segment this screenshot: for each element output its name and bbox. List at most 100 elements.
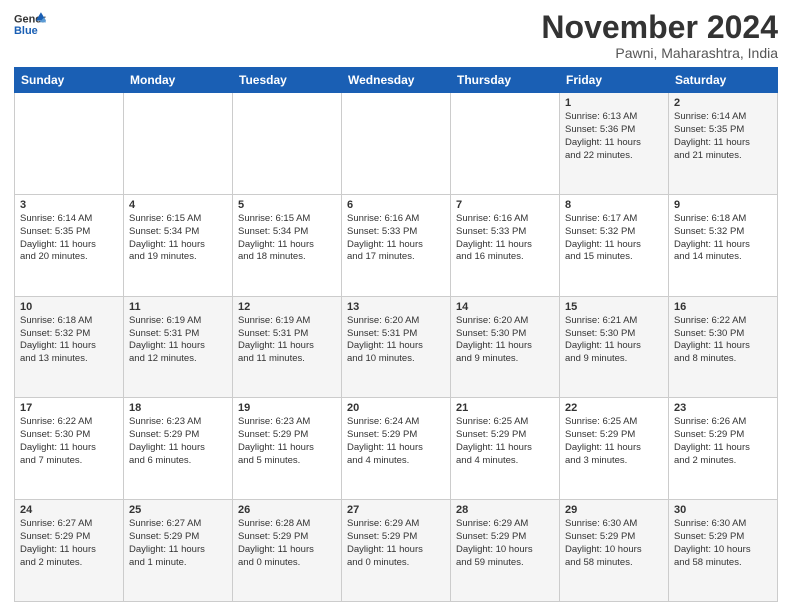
calendar-cell: 1Sunrise: 6:13 AMSunset: 5:36 PMDaylight… <box>560 93 669 195</box>
calendar-cell: 20Sunrise: 6:24 AMSunset: 5:29 PMDayligh… <box>342 398 451 500</box>
cell-info-line: Daylight: 11 hours <box>238 340 336 353</box>
cell-info-line: Sunset: 5:33 PM <box>456 226 554 239</box>
cell-info-line: Sunset: 5:29 PM <box>674 531 772 544</box>
cell-info-line: Sunrise: 6:29 AM <box>456 518 554 531</box>
day-number: 17 <box>20 402 118 414</box>
cell-info-line: Daylight: 11 hours <box>565 137 663 150</box>
calendar-cell: 22Sunrise: 6:25 AMSunset: 5:29 PMDayligh… <box>560 398 669 500</box>
cell-info-line: Sunrise: 6:30 AM <box>674 518 772 531</box>
calendar-cell <box>124 93 233 195</box>
cell-info-line: Daylight: 11 hours <box>674 137 772 150</box>
cell-info-line: and 0 minutes. <box>238 557 336 570</box>
header-row: Sunday Monday Tuesday Wednesday Thursday… <box>15 68 778 93</box>
day-number: 13 <box>347 301 445 313</box>
cell-info-line: Sunset: 5:29 PM <box>238 429 336 442</box>
cell-info-line: and 2 minutes. <box>20 557 118 570</box>
calendar-row-0: 1Sunrise: 6:13 AMSunset: 5:36 PMDaylight… <box>15 93 778 195</box>
cell-info-line: Daylight: 11 hours <box>456 340 554 353</box>
header-monday: Monday <box>124 68 233 93</box>
cell-info-line: Sunrise: 6:27 AM <box>129 518 227 531</box>
cell-info-line: Sunrise: 6:17 AM <box>565 213 663 226</box>
cell-info-line: Sunrise: 6:14 AM <box>674 111 772 124</box>
cell-info-line: Sunrise: 6:25 AM <box>456 416 554 429</box>
calendar-cell: 10Sunrise: 6:18 AMSunset: 5:32 PMDayligh… <box>15 296 124 398</box>
cell-info-line: Daylight: 11 hours <box>347 442 445 455</box>
calendar-cell: 30Sunrise: 6:30 AMSunset: 5:29 PMDayligh… <box>669 500 778 602</box>
cell-info-line: and 10 minutes. <box>347 353 445 366</box>
header-wednesday: Wednesday <box>342 68 451 93</box>
cell-info-line: and 13 minutes. <box>20 353 118 366</box>
calendar-cell <box>233 93 342 195</box>
day-number: 16 <box>674 301 772 313</box>
cell-info-line: Sunrise: 6:23 AM <box>129 416 227 429</box>
cell-info-line: Sunrise: 6:22 AM <box>20 416 118 429</box>
cell-info-line: and 17 minutes. <box>347 251 445 264</box>
calendar-cell: 9Sunrise: 6:18 AMSunset: 5:32 PMDaylight… <box>669 194 778 296</box>
day-number: 10 <box>20 301 118 313</box>
cell-info-line: Sunrise: 6:19 AM <box>238 315 336 328</box>
cell-info-line: Sunset: 5:36 PM <box>565 124 663 137</box>
cell-info-line: and 58 minutes. <box>565 557 663 570</box>
cell-info-line: Sunrise: 6:19 AM <box>129 315 227 328</box>
day-number: 8 <box>565 199 663 211</box>
cell-info-line: Sunrise: 6:15 AM <box>129 213 227 226</box>
cell-info-line: Sunset: 5:29 PM <box>674 429 772 442</box>
calendar-row-1: 3Sunrise: 6:14 AMSunset: 5:35 PMDaylight… <box>15 194 778 296</box>
cell-info-line: Sunset: 5:29 PM <box>129 429 227 442</box>
day-number: 23 <box>674 402 772 414</box>
calendar-cell: 24Sunrise: 6:27 AMSunset: 5:29 PMDayligh… <box>15 500 124 602</box>
day-number: 5 <box>238 199 336 211</box>
cell-info-line: Sunrise: 6:16 AM <box>347 213 445 226</box>
svg-text:Blue: Blue <box>14 25 38 37</box>
cell-info-line: Daylight: 10 hours <box>565 544 663 557</box>
cell-info-line: Sunset: 5:33 PM <box>347 226 445 239</box>
calendar-cell: 12Sunrise: 6:19 AMSunset: 5:31 PMDayligh… <box>233 296 342 398</box>
day-number: 25 <box>129 504 227 516</box>
cell-info-line: Sunrise: 6:29 AM <box>347 518 445 531</box>
cell-info-line: Sunset: 5:29 PM <box>565 531 663 544</box>
calendar-cell: 29Sunrise: 6:30 AMSunset: 5:29 PMDayligh… <box>560 500 669 602</box>
day-number: 15 <box>565 301 663 313</box>
calendar-cell: 25Sunrise: 6:27 AMSunset: 5:29 PMDayligh… <box>124 500 233 602</box>
cell-info-line: Sunrise: 6:14 AM <box>20 213 118 226</box>
calendar-row-3: 17Sunrise: 6:22 AMSunset: 5:30 PMDayligh… <box>15 398 778 500</box>
cell-info-line: Sunset: 5:29 PM <box>347 429 445 442</box>
general-blue-logo-icon: General Blue <box>14 10 46 38</box>
day-number: 27 <box>347 504 445 516</box>
cell-info-line: Daylight: 11 hours <box>129 239 227 252</box>
day-number: 12 <box>238 301 336 313</box>
calendar-cell: 8Sunrise: 6:17 AMSunset: 5:32 PMDaylight… <box>560 194 669 296</box>
cell-info-line: Daylight: 11 hours <box>674 442 772 455</box>
day-number: 18 <box>129 402 227 414</box>
cell-info-line: Sunset: 5:29 PM <box>565 429 663 442</box>
cell-info-line: and 5 minutes. <box>238 455 336 468</box>
header-saturday: Saturday <box>669 68 778 93</box>
cell-info-line: and 58 minutes. <box>674 557 772 570</box>
day-number: 30 <box>674 504 772 516</box>
cell-info-line: Sunrise: 6:28 AM <box>238 518 336 531</box>
day-number: 9 <box>674 199 772 211</box>
calendar-cell: 4Sunrise: 6:15 AMSunset: 5:34 PMDaylight… <box>124 194 233 296</box>
cell-info-line: and 9 minutes. <box>565 353 663 366</box>
cell-info-line: Sunset: 5:30 PM <box>674 328 772 341</box>
day-number: 29 <box>565 504 663 516</box>
cell-info-line: and 59 minutes. <box>456 557 554 570</box>
cell-info-line: Daylight: 11 hours <box>347 544 445 557</box>
cell-info-line: Sunrise: 6:25 AM <box>565 416 663 429</box>
calendar-cell: 11Sunrise: 6:19 AMSunset: 5:31 PMDayligh… <box>124 296 233 398</box>
cell-info-line: Daylight: 11 hours <box>129 340 227 353</box>
cell-info-line: and 14 minutes. <box>674 251 772 264</box>
day-number: 26 <box>238 504 336 516</box>
day-number: 11 <box>129 301 227 313</box>
calendar-cell: 17Sunrise: 6:22 AMSunset: 5:30 PMDayligh… <box>15 398 124 500</box>
cell-info-line: and 22 minutes. <box>565 150 663 163</box>
cell-info-line: and 18 minutes. <box>238 251 336 264</box>
day-number: 21 <box>456 402 554 414</box>
cell-info-line: Sunrise: 6:13 AM <box>565 111 663 124</box>
cell-info-line: Sunset: 5:29 PM <box>456 429 554 442</box>
cell-info-line: Daylight: 11 hours <box>347 239 445 252</box>
calendar-cell: 15Sunrise: 6:21 AMSunset: 5:30 PMDayligh… <box>560 296 669 398</box>
calendar-cell: 18Sunrise: 6:23 AMSunset: 5:29 PMDayligh… <box>124 398 233 500</box>
cell-info-line: and 11 minutes. <box>238 353 336 366</box>
cell-info-line: and 0 minutes. <box>347 557 445 570</box>
